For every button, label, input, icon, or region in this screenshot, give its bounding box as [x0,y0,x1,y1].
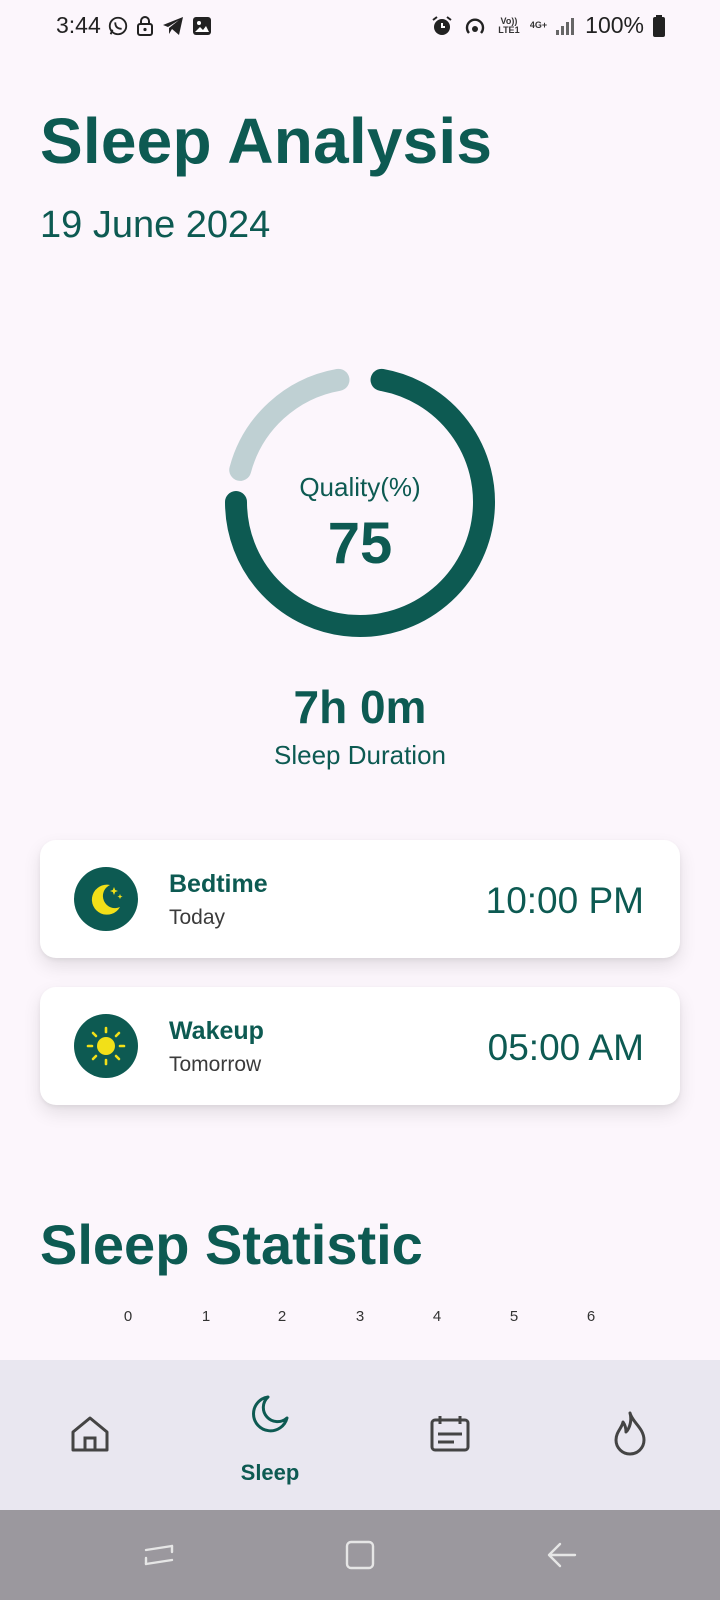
battery-icon [652,14,666,38]
sleep-statistic-title: Sleep Statistic [40,1213,423,1276]
battery-percent: 100% [585,12,644,38]
nav-item-calendar[interactable] [360,1360,540,1510]
bedtime-title: Bedtime [169,870,268,898]
wakeup-subtitle: Tomorrow [169,1053,262,1076]
quality-ring-track [229,368,350,481]
system-nav-bar [0,1510,720,1600]
status-time: 3:44 [56,12,101,38]
sleep-duration-label: Sleep Duration [274,740,446,770]
gallery-icon [191,15,213,37]
bottom-nav: Sleep [0,1360,720,1510]
nav-item-flame[interactable] [540,1360,720,1510]
home-button-icon[interactable] [343,1538,377,1577]
x-tick-label: 5 [509,1308,519,1322]
volte-icon: Vo)) LTE1 [498,15,520,35]
nav-item-home[interactable] [0,1360,180,1510]
alarm-icon [430,14,454,38]
x-tick-label: 0 [123,1308,133,1322]
nav-label-sleep: Sleep [240,1460,300,1485]
page-title: Sleep Analysis [40,105,493,177]
quality-value: 75 [327,511,393,576]
date-label: 19 June 2024 [40,204,271,246]
network-4g-icon: 4G+ [529,20,548,30]
home-icon [68,1412,112,1461]
quality-label: Quality(%) [299,472,421,502]
moon-stars-icon [74,867,138,931]
calendar-icon [428,1412,472,1461]
x-tick-label: 3 [355,1308,365,1322]
sleep-duration-value: 7h 0m [293,681,427,733]
wakeup-title: Wakeup [169,1017,264,1045]
x-tick-label: 1 [201,1308,211,1322]
x-tick-label: 4 [432,1308,442,1322]
bedtime-time: 10:00 PM [485,880,644,921]
statistic-x-axis: 0 1 2 3 4 5 6 [0,1308,720,1322]
bedtime-card[interactable]: Bedtime Today 10:00 PM [40,840,680,958]
flame-icon [608,1410,652,1461]
nav-item-sleep[interactable]: Sleep [180,1360,360,1510]
bedtime-subtitle: Today [169,906,226,929]
lock-icon [135,15,155,37]
wakeup-time: 05:00 AM [487,1027,644,1068]
back-icon[interactable] [545,1538,579,1577]
wakeup-card[interactable]: Wakeup Tomorrow 05:00 AM [40,987,680,1105]
status-bar: 3:44 Vo)) LTE1 4G+ 100% [0,0,720,52]
x-tick-label: 2 [277,1308,287,1322]
moon-icon [248,1392,292,1441]
x-tick-label: 6 [586,1308,596,1322]
quality-ring: Quality(%) 75 [220,362,500,642]
recent-apps-icon[interactable] [142,1538,176,1577]
signal-icon [555,16,577,36]
whatsapp-icon [107,15,129,37]
telegram-icon [161,15,185,37]
hotspot-icon [462,14,488,38]
sun-icon [74,1014,138,1078]
